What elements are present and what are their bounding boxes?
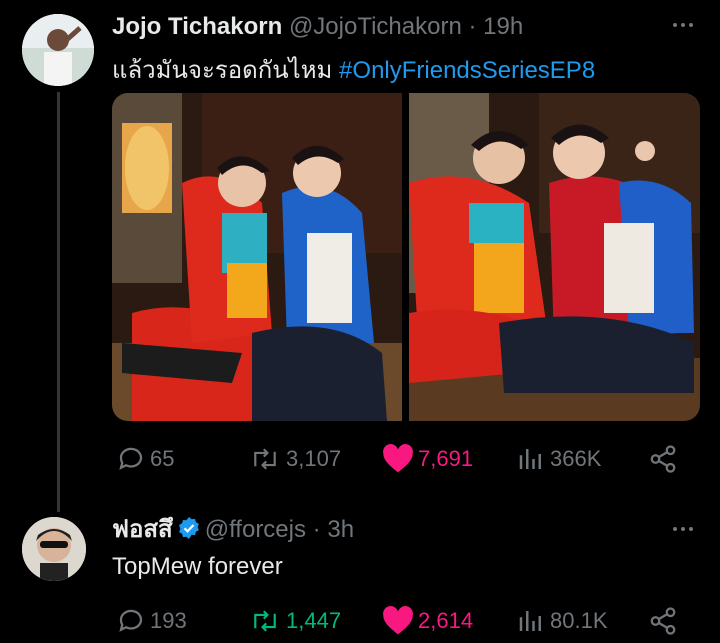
views-button[interactable]: 80.1K xyxy=(516,604,608,638)
more-options-icon[interactable] xyxy=(668,10,698,40)
reply-count: 193 xyxy=(150,608,187,633)
reply-header: ฟอสสึ @fforcejs · 3h xyxy=(112,516,354,544)
repost-icon xyxy=(254,610,276,632)
reply-text: TopMew forever xyxy=(112,553,283,580)
heart-filled-icon xyxy=(383,444,413,473)
avatar[interactable] xyxy=(22,517,86,581)
separator-dot: · xyxy=(468,13,477,40)
views-button[interactable]: 366K xyxy=(516,442,601,476)
verified-badge-icon xyxy=(178,517,199,539)
author-handle[interactable]: @fforcejs xyxy=(205,516,306,543)
timestamp[interactable]: 19h xyxy=(483,13,523,40)
repost-count: 3,107 xyxy=(286,446,342,471)
analytics-icon xyxy=(519,449,541,469)
heart-filled-icon xyxy=(383,606,413,635)
tweet-header: Jojo Tichakorn @JojoTichakorn · 19h xyxy=(112,13,523,41)
share-button[interactable] xyxy=(648,604,682,638)
timestamp[interactable]: 3h xyxy=(327,516,354,543)
repost-button[interactable]: 3,107 xyxy=(248,442,341,476)
separator-dot: · xyxy=(312,516,321,543)
repost-button[interactable]: 1,447 xyxy=(248,604,341,638)
repost-count: 1,447 xyxy=(286,608,342,633)
author-name[interactable]: Jojo Tichakorn xyxy=(112,13,282,40)
view-count: 80.1K xyxy=(550,608,608,633)
avatar[interactable] xyxy=(22,14,94,86)
like-button[interactable]: 2,614 xyxy=(382,604,473,638)
more-options-icon[interactable] xyxy=(668,514,698,544)
reply-button[interactable]: 65 xyxy=(116,442,174,476)
view-count: 366K xyxy=(550,446,602,471)
tweet-media[interactable] xyxy=(112,93,700,421)
reply-count: 65 xyxy=(150,446,175,471)
reply-button[interactable]: 193 xyxy=(116,604,187,638)
analytics-icon xyxy=(519,611,541,631)
author-name[interactable]: ฟอสสึ xyxy=(112,516,173,543)
reply-icon xyxy=(119,447,143,470)
like-count: 2,614 xyxy=(418,608,474,633)
reply-actions: 193 1,447 2,614 80.1K xyxy=(112,604,692,638)
tweet-text-thai: แล้วมันจะรอดกันไหม xyxy=(112,57,333,84)
repost-icon xyxy=(254,448,276,470)
author-handle[interactable]: @JojoTichakorn xyxy=(289,13,462,40)
reply-icon xyxy=(119,609,143,632)
like-count: 7,691 xyxy=(418,446,474,471)
tweet-text: แล้วมันจะรอดกันไหม #OnlyFriendsSeriesEP8 xyxy=(112,50,595,89)
share-button[interactable] xyxy=(648,442,682,476)
thread-line xyxy=(57,92,60,512)
hashtag-link[interactable]: #OnlyFriendsSeriesEP8 xyxy=(339,57,595,84)
like-button[interactable]: 7,691 xyxy=(382,442,473,476)
tweet-actions: 65 3,107 7,691 366K xyxy=(112,442,692,476)
media-photo-1[interactable] xyxy=(112,93,402,421)
media-photo-2[interactable] xyxy=(409,93,700,421)
share-icon xyxy=(650,607,676,635)
share-icon xyxy=(650,445,676,473)
